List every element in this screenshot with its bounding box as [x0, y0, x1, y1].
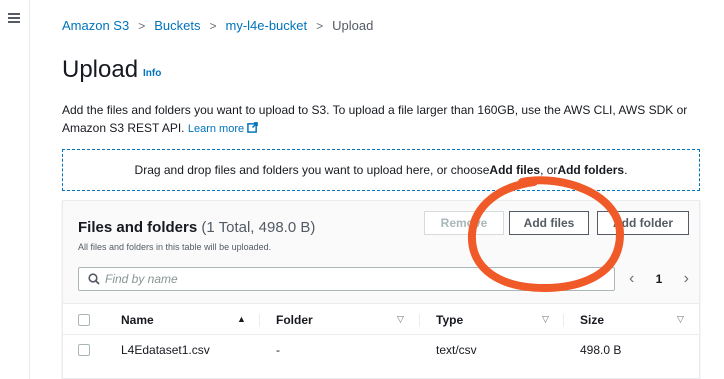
sort-icon[interactable]: ▽ — [397, 314, 404, 325]
dropzone-add-files: Add files — [489, 163, 541, 177]
page-title: Upload — [62, 56, 139, 83]
dropzone-separator: , or — [540, 163, 558, 177]
breadcrumb-current: Upload — [332, 18, 374, 33]
search-icon — [88, 273, 100, 285]
column-folder[interactable]: Folder — [276, 305, 313, 334]
pagination: ‹ 1 › — [629, 267, 689, 291]
breadcrumb-bucket[interactable]: my-l4e-bucket — [225, 18, 307, 33]
search-input[interactable]: Find by name — [78, 267, 615, 291]
search-placeholder: Find by name — [105, 272, 178, 286]
chevron-right-icon: > — [316, 18, 324, 33]
page-description: Add the files and folders you want to up… — [62, 101, 702, 138]
column-size[interactable]: Size — [580, 305, 604, 334]
panel-count: (1 Total, 498.0 B) — [201, 219, 316, 236]
dropzone-period: . — [624, 163, 628, 177]
sort-icon[interactable]: ▽ — [677, 314, 684, 325]
chevron-right-icon: > — [209, 18, 217, 33]
row-folder: - — [276, 343, 280, 357]
upload-dropzone[interactable]: Drag and drop files and folders you want… — [62, 149, 700, 191]
menu-icon[interactable] — [8, 13, 20, 23]
sort-icon[interactable]: ▽ — [542, 314, 549, 325]
table-header: Name ▲ Folder ▽ Type ▽ Size ▽ — [63, 305, 699, 335]
column-divider — [419, 314, 420, 327]
panel-title-text: Files and folders — [78, 219, 198, 236]
description-text: Add the files and folders you want to up… — [62, 103, 688, 135]
select-all-checkbox[interactable] — [78, 314, 90, 326]
panel-title: Files and folders (1 Total, 498.0 B) — [78, 219, 315, 236]
dropzone-text: Drag and drop files and folders you want… — [134, 163, 490, 177]
current-page-number[interactable]: 1 — [656, 272, 663, 286]
add-files-button[interactable]: Add files — [509, 211, 589, 235]
next-page-icon[interactable]: › — [684, 270, 689, 288]
add-folder-button[interactable]: Add folder — [597, 211, 689, 235]
files-and-folders-panel: Files and folders (1 Total, 498.0 B) All… — [62, 200, 700, 379]
row-name: L4Edataset1.csv — [121, 343, 210, 357]
breadcrumb-amazon-s3[interactable]: Amazon S3 — [62, 18, 129, 33]
column-divider — [259, 314, 260, 327]
column-name[interactable]: Name — [121, 305, 154, 334]
learn-more-link[interactable]: Learn more — [187, 122, 258, 135]
row-type: text/csv — [436, 343, 477, 357]
info-link[interactable]: Info — [143, 68, 161, 79]
remove-button[interactable]: Remove — [424, 211, 504, 235]
panel-header: Files and folders (1 Total, 498.0 B) All… — [63, 201, 699, 304]
row-checkbox[interactable] — [78, 344, 90, 356]
chevron-right-icon: > — [138, 18, 146, 33]
table-row: L4Edataset1.csv - text/csv 498.0 B — [63, 337, 699, 363]
breadcrumb: Amazon S3 > Buckets > my-l4e-bucket > Up… — [62, 18, 373, 33]
row-size: 498.0 B — [580, 343, 622, 357]
side-navigation-rail — [0, 0, 30, 379]
learn-more-label: Learn more — [187, 123, 245, 135]
dropzone-add-folders: Add folders — [557, 163, 625, 177]
external-link-icon — [247, 122, 258, 133]
column-divider — [563, 314, 564, 327]
breadcrumb-buckets[interactable]: Buckets — [154, 18, 200, 33]
sort-ascending-icon[interactable]: ▲ — [237, 314, 246, 324]
column-type[interactable]: Type — [436, 305, 463, 334]
previous-page-icon[interactable]: ‹ — [629, 270, 634, 288]
panel-subtitle: All files and folders in this table will… — [78, 242, 272, 252]
